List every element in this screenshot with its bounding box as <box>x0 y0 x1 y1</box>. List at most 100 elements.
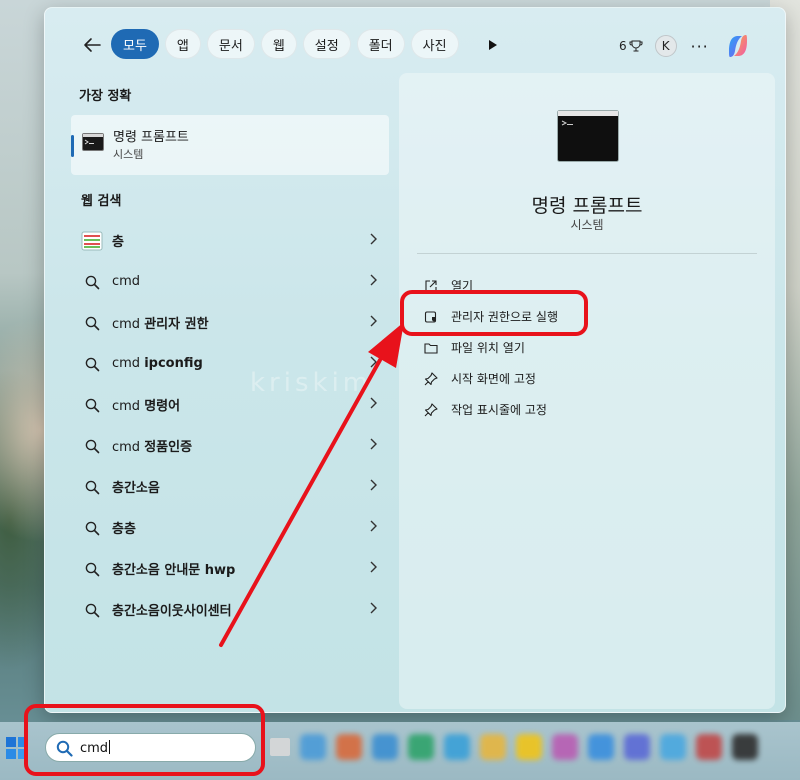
annotation-highlight-run-as-admin <box>400 290 588 336</box>
chip-folders[interactable]: 폴더 <box>356 29 405 59</box>
chip-web[interactable]: 웹 <box>260 29 297 59</box>
trophy-icon <box>629 40 643 52</box>
search-icon <box>81 558 103 580</box>
query-prefix: cmd <box>112 356 145 371</box>
search-icon <box>81 517 103 539</box>
action-pin-to-taskbar[interactable]: 작업 표시줄에 고정 <box>423 394 558 425</box>
more-options-button[interactable]: ··· <box>689 37 711 56</box>
best-match-title: 명령 프롬프트 <box>113 130 189 145</box>
taskbar-app-icon[interactable] <box>480 734 506 760</box>
web-search-item-label: 층 <box>112 231 124 250</box>
search-icon <box>81 312 103 334</box>
query-suggestion: 층층 <box>112 522 136 537</box>
web-search-item-label: cmd ipconfig <box>112 356 203 371</box>
query-suggestion: 명령어 <box>144 399 181 414</box>
query-suggestion: 관리자 권한 <box>144 317 209 332</box>
chip-settings[interactable]: 설정 <box>302 29 351 59</box>
web-search-item-label: 층간소음이웃사이센터 <box>112 600 232 619</box>
taskbar-app-icon[interactable] <box>624 734 650 760</box>
chevron-right-icon <box>369 479 377 495</box>
web-search-item[interactable]: 층 <box>71 220 389 261</box>
web-search-item-label: cmd 명령어 <box>112 395 180 414</box>
taskbar-app-icon[interactable] <box>372 734 398 760</box>
web-search-item-label: cmd <box>112 274 140 289</box>
chip-documents[interactable]: 문서 <box>206 29 255 59</box>
back-button[interactable] <box>79 32 105 58</box>
taskbar-apps <box>270 734 758 760</box>
action-pin-to-start-label: 시작 화면에 고정 <box>451 372 536 386</box>
taskbar-app-icon[interactable] <box>516 734 542 760</box>
action-open-file-location-label: 파일 위치 열기 <box>451 341 525 355</box>
web-result-icon <box>81 230 103 252</box>
web-search-item[interactable]: 층층 <box>71 507 389 548</box>
query-prefix: cmd <box>112 317 145 332</box>
web-search-item[interactable]: 층간소음이웃사이센터 <box>71 589 389 630</box>
pin-icon <box>423 371 439 387</box>
points-count: 6 <box>619 39 627 53</box>
best-match-heading: 가장 정확 <box>79 89 132 104</box>
search-icon <box>81 599 103 621</box>
chevron-right-icon <box>369 602 377 618</box>
rewards-points[interactable]: 6 <box>619 39 643 53</box>
query-prefix: cmd <box>112 274 141 289</box>
taskbar-app-icon[interactable] <box>660 734 686 760</box>
chevron-right-icon <box>369 438 377 454</box>
chevron-right-icon <box>369 397 377 413</box>
query-prefix: cmd <box>112 440 145 455</box>
search-icon <box>81 476 103 498</box>
query-suggestion: 층간소음 <box>112 481 160 496</box>
web-search-item[interactable]: cmd 정품인증 <box>71 425 389 466</box>
web-search-item-label: cmd 관리자 권한 <box>112 313 209 332</box>
header-tools: 6 K ··· <box>619 31 753 61</box>
filter-chips: 모두 앱 문서 웹 설정 폴더 사진 <box>111 29 459 59</box>
taskbar-app-icon[interactable] <box>336 734 362 760</box>
web-search-item-label: 층간소음 <box>112 477 160 496</box>
back-arrow-icon <box>84 38 101 52</box>
chip-apps[interactable]: 앱 <box>164 29 201 59</box>
query-suggestion: ipconfig <box>144 356 203 371</box>
chevron-right-icon <box>369 233 377 249</box>
preview-pane: 명령 프롬프트 시스템 열기 관리자 권한으로 실행 파일 위치 열기 시작 화… <box>399 73 775 709</box>
action-pin-to-start[interactable]: 시작 화면에 고정 <box>423 363 558 394</box>
web-search-item[interactable]: cmd <box>71 261 389 302</box>
command-prompt-icon <box>82 133 104 151</box>
taskbar-app-icon[interactable] <box>588 734 614 760</box>
chevron-right-icon <box>369 561 377 577</box>
web-search-item[interactable]: 층간소음 안내문 hwp <box>71 548 389 589</box>
web-search-item[interactable]: 층간소음 <box>71 466 389 507</box>
preview-subtitle: 시스템 <box>570 218 604 232</box>
taskbar-app-icon[interactable] <box>696 734 722 760</box>
query-suggestion: 정품인증 <box>144 440 193 455</box>
more-filters-button[interactable] <box>483 35 503 55</box>
web-search-item[interactable]: cmd 관리자 권한 <box>71 302 389 343</box>
chevron-right-icon <box>369 274 377 290</box>
search-icon <box>81 435 103 457</box>
action-open-file-location[interactable]: 파일 위치 열기 <box>423 332 558 363</box>
chip-photos[interactable]: 사진 <box>410 29 459 59</box>
preview-divider <box>417 253 757 254</box>
taskbar-app-icon[interactable] <box>732 734 758 760</box>
filter-bar: 모두 앱 문서 웹 설정 폴더 사진 6 K ··· <box>45 28 787 62</box>
web-search-item-label: cmd 정품인증 <box>112 436 192 455</box>
query-suggestion: 층간소음 안내문 hwp <box>112 563 236 578</box>
taskbar-app-icon[interactable] <box>408 734 434 760</box>
taskbar-app-icon[interactable] <box>444 734 470 760</box>
query-suggestion: 층간소음이웃사이센터 <box>112 604 232 619</box>
folder-icon <box>423 340 439 356</box>
best-match-item[interactable]: 명령 프롬프트 시스템 <box>71 115 389 175</box>
web-search-heading: 웹 검색 <box>81 194 122 209</box>
selection-indicator <box>71 135 74 157</box>
watermark: kriskim <box>250 368 373 398</box>
command-prompt-large-icon <box>557 110 619 162</box>
taskbar-app-icon[interactable] <box>270 738 290 756</box>
taskbar-app-icon[interactable] <box>552 734 578 760</box>
taskbar-app-icon[interactable] <box>300 734 326 760</box>
search-panel: 모두 앱 문서 웹 설정 폴더 사진 6 K ··· 가장 정확 명령 프롬프트… <box>44 7 786 713</box>
search-icon <box>81 271 103 293</box>
web-search-item-label: 층간소음 안내문 hwp <box>112 559 235 578</box>
chip-all[interactable]: 모두 <box>111 29 159 59</box>
avatar[interactable]: K <box>654 35 677 57</box>
copilot-icon[interactable] <box>723 31 753 61</box>
play-icon <box>489 40 497 50</box>
web-search-item-label: 층층 <box>112 518 136 537</box>
